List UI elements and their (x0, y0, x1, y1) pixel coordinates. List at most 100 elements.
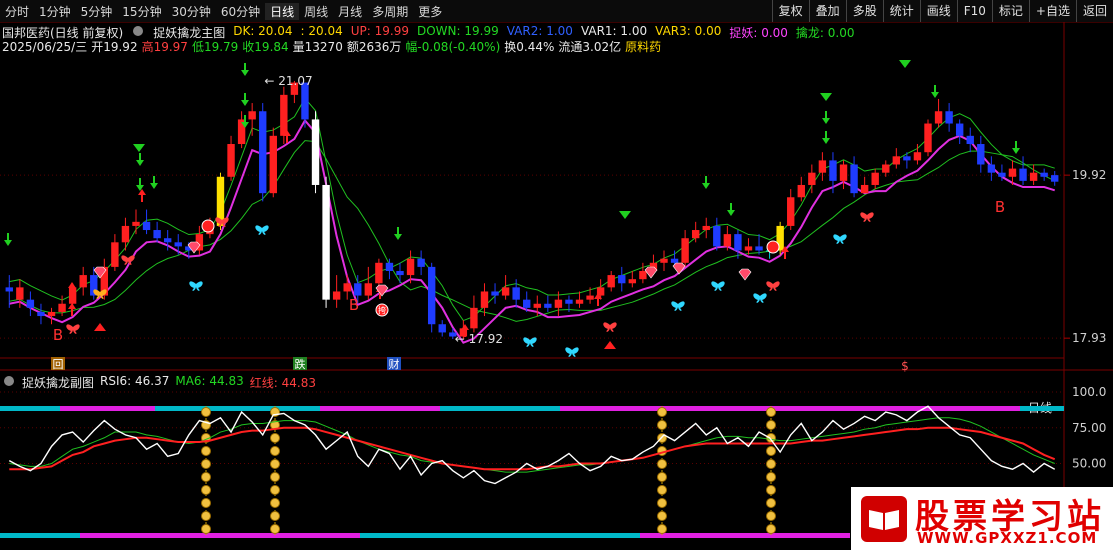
kline-chart[interactable]: 19.92 17.93 ← 21.07 ← 17.92 B B B 挎回 跌 财 $100.0 75.… (0, 0, 1113, 550)
candle-body (1051, 175, 1059, 182)
money-bag-icon (657, 524, 667, 534)
candle-body (1019, 168, 1027, 181)
candle-body (892, 156, 901, 165)
down-arrow-icon (136, 185, 144, 191)
candle-body (174, 242, 182, 247)
top-band (1020, 406, 1064, 411)
candle-body (607, 275, 615, 288)
down-arrow-icon (822, 118, 830, 124)
candle-body (37, 311, 45, 317)
butterfly-icon (565, 347, 579, 357)
candle-body (734, 234, 742, 251)
candle-body (142, 221, 151, 231)
candle-body (1029, 172, 1038, 181)
money-bag-icon (766, 420, 776, 430)
money-bag-icon (201, 511, 211, 521)
candle-body (343, 283, 351, 292)
up-arrow-icon (138, 189, 146, 195)
up-arrow-icon (68, 282, 76, 288)
red-line (9, 426, 1056, 471)
candle-body (533, 303, 541, 308)
event-mark: 回 (53, 358, 64, 371)
down-triangle-icon (899, 60, 911, 68)
lower-band-line (9, 140, 1055, 322)
candle-body (787, 197, 795, 226)
money-bag-icon (766, 407, 776, 417)
money-bag-icon (657, 472, 667, 482)
candle-body (153, 230, 161, 239)
candle-body (565, 299, 573, 304)
candle-body (406, 258, 415, 276)
red-signal-icon (201, 219, 215, 233)
butterfly-icon (711, 281, 725, 291)
candle-body (512, 287, 520, 300)
bottom-band (640, 533, 850, 538)
candle-body (829, 160, 837, 181)
candle-body (396, 270, 404, 276)
up-triangle-icon (94, 323, 106, 331)
buy-mark: B (53, 326, 63, 344)
candle-body (681, 238, 689, 263)
candle-body (111, 242, 119, 267)
butterfly-icon (523, 337, 537, 347)
candle-body (723, 234, 732, 247)
bottom-band (0, 533, 80, 538)
butterfly-icon (833, 234, 847, 244)
money-bag-icon (201, 472, 211, 482)
money-bag-icon (270, 446, 280, 456)
buy-mark: B (995, 198, 1005, 216)
down-arrow-icon (241, 100, 249, 106)
butterfly-icon (189, 281, 203, 291)
candle-body (311, 119, 320, 185)
money-bag-icon (766, 472, 776, 482)
watermark-url: WWW.GPXXZ1.COM (917, 529, 1098, 547)
candle-body (913, 152, 922, 161)
candle-body (259, 111, 267, 194)
signal-char: 挎 (378, 305, 386, 315)
candle-body (554, 299, 563, 308)
down-triangle-icon (619, 211, 631, 219)
top-band (155, 406, 320, 411)
money-bag-icon (270, 498, 280, 508)
money-bag-icon (270, 459, 280, 469)
candle-body (438, 324, 446, 333)
candle-body (470, 307, 478, 329)
candle-body (1040, 172, 1048, 177)
down-arrow-icon (241, 70, 249, 76)
candle-body (903, 156, 911, 161)
low-price-label: ← 17.92 (455, 332, 503, 346)
candle-body (16, 287, 24, 300)
butterfly-icon (766, 281, 780, 291)
down-triangle-icon (133, 144, 145, 152)
candle-body (871, 172, 879, 185)
butterfly-icon (255, 225, 269, 235)
candle-body (860, 184, 869, 194)
butterfly-icon (671, 301, 685, 311)
candle-body (47, 311, 56, 317)
sub-axis-label: 75.00 (1072, 421, 1106, 435)
candle-body (480, 291, 489, 308)
money-bag-icon (270, 472, 280, 482)
diamond-icon (187, 241, 201, 254)
money-bag-icon (657, 459, 667, 469)
candle-body (121, 225, 130, 243)
up-triangle-icon (604, 341, 616, 349)
candle-body (417, 258, 425, 267)
price-axis-label: 17.93 (1072, 331, 1106, 345)
event-mark: 财 (389, 357, 400, 371)
event-mark: $ (901, 359, 909, 373)
money-bag-icon (270, 433, 280, 443)
top-band (440, 406, 560, 411)
money-bag-icon (766, 433, 776, 443)
candle-body (523, 299, 531, 308)
down-arrow-icon (822, 138, 830, 144)
candle-body (639, 270, 647, 280)
sub-axis-label: 100.0 (1072, 385, 1106, 399)
candle-body (5, 287, 13, 292)
butterfly-icon (603, 322, 617, 332)
candle-body (808, 172, 816, 185)
candle-body (26, 299, 35, 308)
buy-mark: B (349, 296, 359, 314)
butterfly-icon (66, 324, 80, 334)
candle-body (501, 287, 510, 296)
